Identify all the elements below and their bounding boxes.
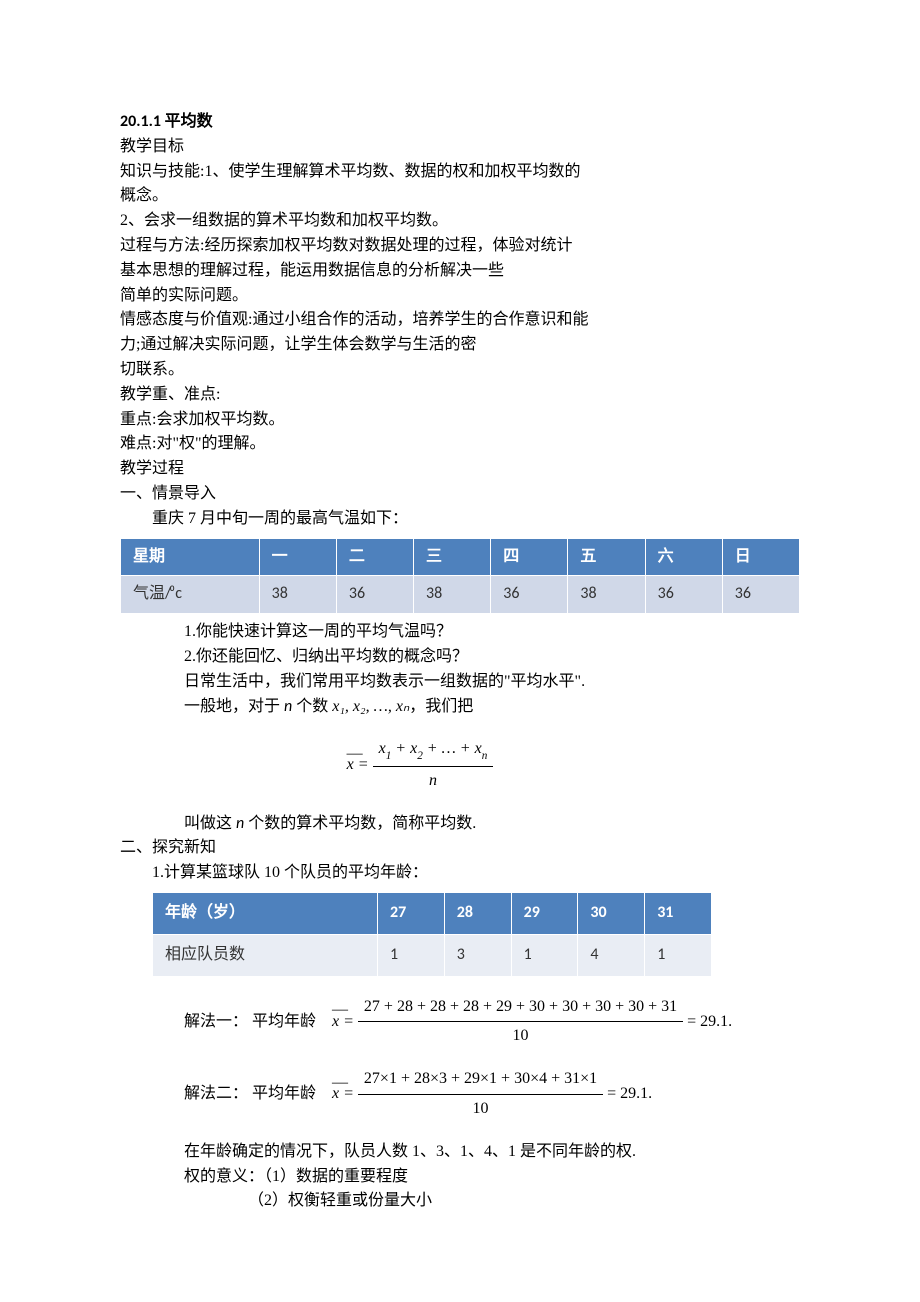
- gen-mid: 个数: [292, 698, 332, 715]
- th-d5: 五: [568, 538, 645, 576]
- th-a5: 31: [645, 893, 712, 935]
- process-heading: 教学过程: [120, 457, 800, 482]
- weight-meaning-1: 权的意义：（1）数据的重要程度: [120, 1165, 800, 1190]
- objectives-heading: 教学目标: [120, 135, 800, 160]
- td-v1: 38: [259, 576, 336, 614]
- mean-definition: 叫做这 n 个数的算术平均数，简称平均数.: [120, 812, 800, 837]
- daily-life-text: 日常生活中，我们常用平均数表示一组数据的"平均水平".: [120, 670, 800, 695]
- process-line2: 基本思想的理解过程，能运用数据信息的分析解决一些: [120, 259, 800, 284]
- td-c2: 3: [444, 934, 511, 976]
- th-age: 年龄（岁）: [153, 893, 378, 935]
- attitude-line1: 情感态度与价值观:通过小组合作的活动，培养学生的合作意识和能: [120, 308, 800, 333]
- section1-heading: 一、情景导入: [120, 482, 800, 507]
- th-a2: 28: [444, 893, 511, 935]
- sol1-result: = 29.1.: [687, 1013, 732, 1030]
- sol2-label: 解法二： 平均年龄: [184, 1082, 316, 1107]
- question1: 1.你能快速计算这一周的平均气温吗？: [120, 620, 800, 645]
- td-c3: 1: [511, 934, 578, 976]
- attitude-line3: 切联系。: [120, 358, 800, 383]
- sol2-result: = 29.1.: [607, 1085, 652, 1102]
- formula1-den: n: [373, 767, 494, 794]
- solution2: 解法二： 平均年龄 ―x = 27×1 + 28×3 + 29×1 + 30×4…: [120, 1067, 800, 1122]
- sol1-label: 解法一： 平均年龄: [184, 1010, 316, 1035]
- knowledge-line3: 2、会求一组数据的算术平均数和加权平均数。: [120, 209, 800, 234]
- section1-intro: 重庆 7 月中旬一周的最高气温如下：: [120, 507, 800, 532]
- td-v2: 36: [336, 576, 413, 614]
- sol1-den: 10: [358, 1022, 683, 1049]
- weight-meaning-2: （2）权衡轻重或份量大小: [120, 1189, 800, 1214]
- solution1: 解法一： 平均年龄 ―x = 27 + 28 + 28 + 28 + 29 + …: [120, 995, 800, 1050]
- gen-n: n: [284, 697, 292, 716]
- weight-note: 在年龄确定的情况下，队员人数 1、3、1、4、1 是不同年龄的权.: [120, 1140, 800, 1165]
- td-v5: 38: [568, 576, 645, 614]
- th-a4: 30: [578, 893, 645, 935]
- gen-prefix: 一般地，对于: [184, 698, 284, 715]
- process-line1: 过程与方法:经历探索加权平均数对数据处理的过程，体验对统计: [120, 234, 800, 259]
- td-temp-label: 气温/⁰c: [121, 576, 260, 614]
- th-d3: 三: [414, 538, 491, 576]
- td-c4: 4: [578, 934, 645, 976]
- knowledge-line1: 知识与技能:1、使学生理解算术平均数、数据的权和加权平均数的: [120, 160, 800, 185]
- section2-heading: 二、探究新知: [120, 836, 800, 861]
- th-d6: 六: [645, 538, 722, 576]
- th-a1: 27: [378, 893, 445, 935]
- th-d2: 二: [336, 538, 413, 576]
- td-v7: 36: [722, 576, 799, 614]
- sol1-num: 27 + 28 + 28 + 28 + 29 + 30 + 30 + 30 + …: [358, 995, 683, 1023]
- td-c5: 1: [645, 934, 712, 976]
- question2: 2.你还能回忆、归纳出平均数的概念吗？: [120, 645, 800, 670]
- focus-heading: 教学重、准点:: [120, 383, 800, 408]
- def-n: n: [236, 814, 244, 833]
- focus-line2: 难点:对"权"的理解。: [120, 432, 800, 457]
- td-count-label: 相应队员数: [153, 934, 378, 976]
- process-line3: 简单的实际问题。: [120, 284, 800, 309]
- def-suffix: 个数的算术平均数，简称平均数.: [244, 815, 476, 832]
- attitude-line2: 力;通过解决实际问题，让学生体会数学与生活的密: [120, 333, 800, 358]
- td-v3: 38: [414, 576, 491, 614]
- sol2-den: 10: [358, 1095, 603, 1122]
- td-v6: 36: [645, 576, 722, 614]
- temperature-table: 星期 一 二 三 四 五 六 日 气温/⁰c 38 36 38 36 38 36…: [120, 538, 800, 615]
- knowledge-line2: 概念。: [120, 184, 800, 209]
- th-d7: 日: [722, 538, 799, 576]
- th-d4: 四: [491, 538, 568, 576]
- th-d1: 一: [259, 538, 336, 576]
- mean-formula: ―x = x1 + x2 + … + xn n: [120, 737, 800, 793]
- gen-vars: x₁, x₂, …, xₙ: [332, 698, 409, 715]
- formula1-num: x1 + x2 + … + xn: [373, 737, 494, 767]
- td-c1: 1: [378, 934, 445, 976]
- th-a3: 29: [511, 893, 578, 935]
- age-table: 年龄（岁） 27 28 29 30 31 相应队员数 1 3 1 4 1: [152, 892, 712, 977]
- focus-line1: 重点:会求加权平均数。: [120, 408, 800, 433]
- gen-suffix: ，我们把: [409, 698, 473, 715]
- section2-question: 1.计算某篮球队 10 个队员的平均年龄：: [120, 861, 800, 886]
- sol2-num: 27×1 + 28×3 + 29×1 + 30×4 + 31×1: [358, 1067, 603, 1095]
- td-v4: 36: [491, 576, 568, 614]
- def-prefix: 叫做这: [184, 815, 236, 832]
- th-day: 星期: [121, 538, 260, 576]
- general-definition: 一般地，对于 n 个数 x₁, x₂, …, xₙ，我们把: [120, 695, 800, 720]
- section-number-title: 20.1.1 平均数: [120, 110, 800, 135]
